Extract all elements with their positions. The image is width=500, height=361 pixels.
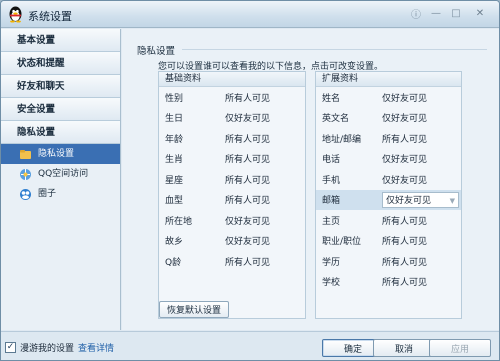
roam-checkbox[interactable]: ✓ bbox=[5, 342, 16, 353]
row-label: 手机 bbox=[322, 175, 341, 186]
table-row[interactable]: 手机 仅好友可见 bbox=[316, 169, 461, 190]
sidebar-section-friends-chat[interactable]: 好友和聊天 bbox=[1, 75, 120, 98]
table-row[interactable]: 主页 所有人可见 bbox=[316, 210, 461, 231]
row-label: 生日 bbox=[165, 114, 184, 125]
table-row[interactable]: 年龄 所有人可见 bbox=[159, 128, 305, 149]
row-value: 仅好友可见 bbox=[382, 93, 428, 104]
row-label: 年龄 bbox=[165, 134, 184, 145]
close-icon[interactable]: ✕ bbox=[467, 5, 493, 21]
help-icon[interactable]: ⓘ bbox=[407, 5, 425, 21]
table-row[interactable]: 学校 所有人可见 bbox=[316, 272, 461, 293]
row-value: 所有人可见 bbox=[382, 278, 428, 289]
row-value: 所有人可见 bbox=[225, 196, 271, 207]
group-divider bbox=[182, 49, 487, 50]
row-value: 仅好友可见 bbox=[382, 155, 428, 166]
row-label: 性别 bbox=[165, 93, 184, 104]
row-label: 英文名 bbox=[322, 114, 350, 125]
basic-info-table: 基础资料 性别 所有人可见 生日 仅好友可见 年龄 所有人可见 生肖 所有人可见 星座所… bbox=[158, 71, 306, 319]
row-label: 学校 bbox=[322, 278, 341, 289]
row-value: 所有人可见 bbox=[382, 237, 428, 248]
sidebar-item-qzone-access[interactable]: QQ空间访问 bbox=[1, 164, 120, 184]
table-header: 基础资料 bbox=[159, 72, 305, 87]
table-row[interactable]: 英文名 仅好友可见 bbox=[316, 108, 461, 129]
row-label: 主页 bbox=[322, 216, 341, 227]
table-row[interactable]: 故乡 仅好友可见 bbox=[159, 231, 305, 252]
visibility-select[interactable]: 仅好友可见 ▼ bbox=[382, 191, 459, 208]
table-row[interactable]: 姓名 仅好友可见 bbox=[316, 87, 461, 108]
row-value: 所有人可见 bbox=[382, 257, 428, 268]
table-row[interactable]: 地址/邮编 所有人可见 bbox=[316, 128, 461, 149]
row-value: 仅好友可见 bbox=[225, 216, 271, 227]
row-value: 所有人可见 bbox=[225, 134, 271, 145]
row-value: 仅好友可见 bbox=[225, 237, 271, 248]
qzone-icon bbox=[20, 168, 31, 180]
row-label: 所在地 bbox=[165, 216, 193, 227]
row-value: 所有人可见 bbox=[225, 257, 271, 268]
row-value: 所有人可见 bbox=[382, 216, 428, 227]
row-label: 邮箱 bbox=[322, 196, 341, 207]
table-row[interactable]: 血型 所有人可见 bbox=[159, 190, 305, 211]
table-row[interactable]: 生肖 所有人可见 bbox=[159, 149, 305, 170]
cancel-button[interactable]: 取消 bbox=[373, 339, 435, 357]
chevron-down-icon[interactable]: ▼ bbox=[450, 197, 455, 205]
footer-bar: ✓ 漫游我的设置 查看详情 确定 取消 应用 bbox=[1, 331, 499, 360]
row-label: 职业/职位 bbox=[322, 237, 362, 248]
row-label: 星座 bbox=[165, 175, 184, 186]
table-row[interactable]: 电话 仅好友可见 bbox=[316, 149, 461, 170]
privacy-content: 隐私设置 您可以设置谁可以查看我的以下信息，点击可改变设置。 基础资料 性别 所有… bbox=[122, 29, 499, 330]
sidebar-section-privacy[interactable]: 隐私设置 bbox=[1, 121, 120, 144]
title-bar[interactable]: 系统设置 ⓘ — □ ✕ bbox=[1, 1, 499, 28]
row-label: 地址/邮编 bbox=[322, 134, 362, 145]
row-label: 故乡 bbox=[165, 237, 184, 248]
sidebar-section-security[interactable]: 安全设置 bbox=[1, 98, 120, 121]
circle-icon bbox=[20, 188, 31, 200]
restore-defaults-button[interactable]: 恢复默认设置 bbox=[159, 301, 229, 318]
table-row[interactable]: 星座 所有人可见 bbox=[159, 169, 305, 190]
extended-info-table: 扩展资料 姓名 仅好友可见 英文名 仅好友可见 地址/邮编 所有人可见 电话 仅好友可见… bbox=[315, 71, 462, 319]
row-value: 仅好友可见 bbox=[225, 114, 271, 125]
row-label: Q龄 bbox=[165, 257, 182, 268]
table-row[interactable]: 职业/职位 所有人可见 bbox=[316, 231, 461, 252]
row-value: 所有人可见 bbox=[225, 175, 271, 186]
row-label: 学历 bbox=[322, 257, 341, 268]
sidebar-item-label: 隐私设置 bbox=[38, 149, 75, 159]
select-value: 仅好友可见 bbox=[386, 196, 432, 206]
row-value: 所有人可见 bbox=[225, 155, 271, 166]
row-value: 所有人可见 bbox=[225, 93, 271, 104]
table-row[interactable]: Q龄 所有人可见 bbox=[159, 251, 305, 272]
table-row[interactable]: 学历 所有人可见 bbox=[316, 251, 461, 272]
table-header: 扩展资料 bbox=[316, 72, 461, 87]
row-label: 生肖 bbox=[165, 155, 184, 166]
sidebar-item-privacy-settings[interactable]: 隐私设置 bbox=[1, 144, 120, 164]
table-row[interactable]: 所在地 仅好友可见 bbox=[159, 210, 305, 231]
group-title: 隐私设置 bbox=[137, 46, 176, 57]
row-value: 所有人可见 bbox=[382, 134, 428, 145]
settings-window: 系统设置 ⓘ — □ ✕ 基本设置 状态和提醒 好友和聊天 安全设置 隐私设置 … bbox=[0, 0, 500, 361]
roam-label[interactable]: 漫游我的设置 bbox=[20, 341, 74, 354]
sidebar-item-label: QQ空间访问 bbox=[38, 169, 89, 179]
folder-icon bbox=[20, 149, 31, 159]
details-link[interactable]: 查看详情 bbox=[78, 341, 114, 354]
row-label: 姓名 bbox=[322, 93, 341, 104]
minimize-icon[interactable]: — bbox=[427, 5, 445, 21]
table-row[interactable]: 生日 仅好友可见 bbox=[159, 108, 305, 129]
sidebar-item-label: 圈子 bbox=[38, 189, 57, 199]
table-row-selected[interactable]: 邮箱 仅好友可见 ▼ bbox=[316, 189, 461, 210]
row-value: 仅好友可见 bbox=[382, 114, 428, 125]
sidebar-section-basic[interactable]: 基本设置 bbox=[1, 29, 120, 52]
apply-button[interactable]: 应用 bbox=[429, 339, 491, 357]
sidebar-item-circles[interactable]: 圈子 bbox=[1, 184, 120, 204]
row-label: 电话 bbox=[322, 155, 341, 166]
window-title: 系统设置 bbox=[28, 10, 72, 23]
row-label: 血型 bbox=[165, 196, 184, 207]
maximize-icon[interactable]: □ bbox=[447, 5, 465, 21]
row-value: 仅好友可见 bbox=[382, 175, 428, 186]
roam-settings-option: ✓ 漫游我的设置 查看详情 bbox=[5, 341, 114, 354]
qq-penguin-icon bbox=[9, 6, 22, 23]
table-row[interactable]: 性别 所有人可见 bbox=[159, 87, 305, 108]
settings-sidebar: 基本设置 状态和提醒 好友和聊天 安全设置 隐私设置 隐私设置 QQ空间访问 圈… bbox=[1, 29, 121, 330]
sidebar-section-status[interactable]: 状态和提醒 bbox=[1, 52, 120, 75]
